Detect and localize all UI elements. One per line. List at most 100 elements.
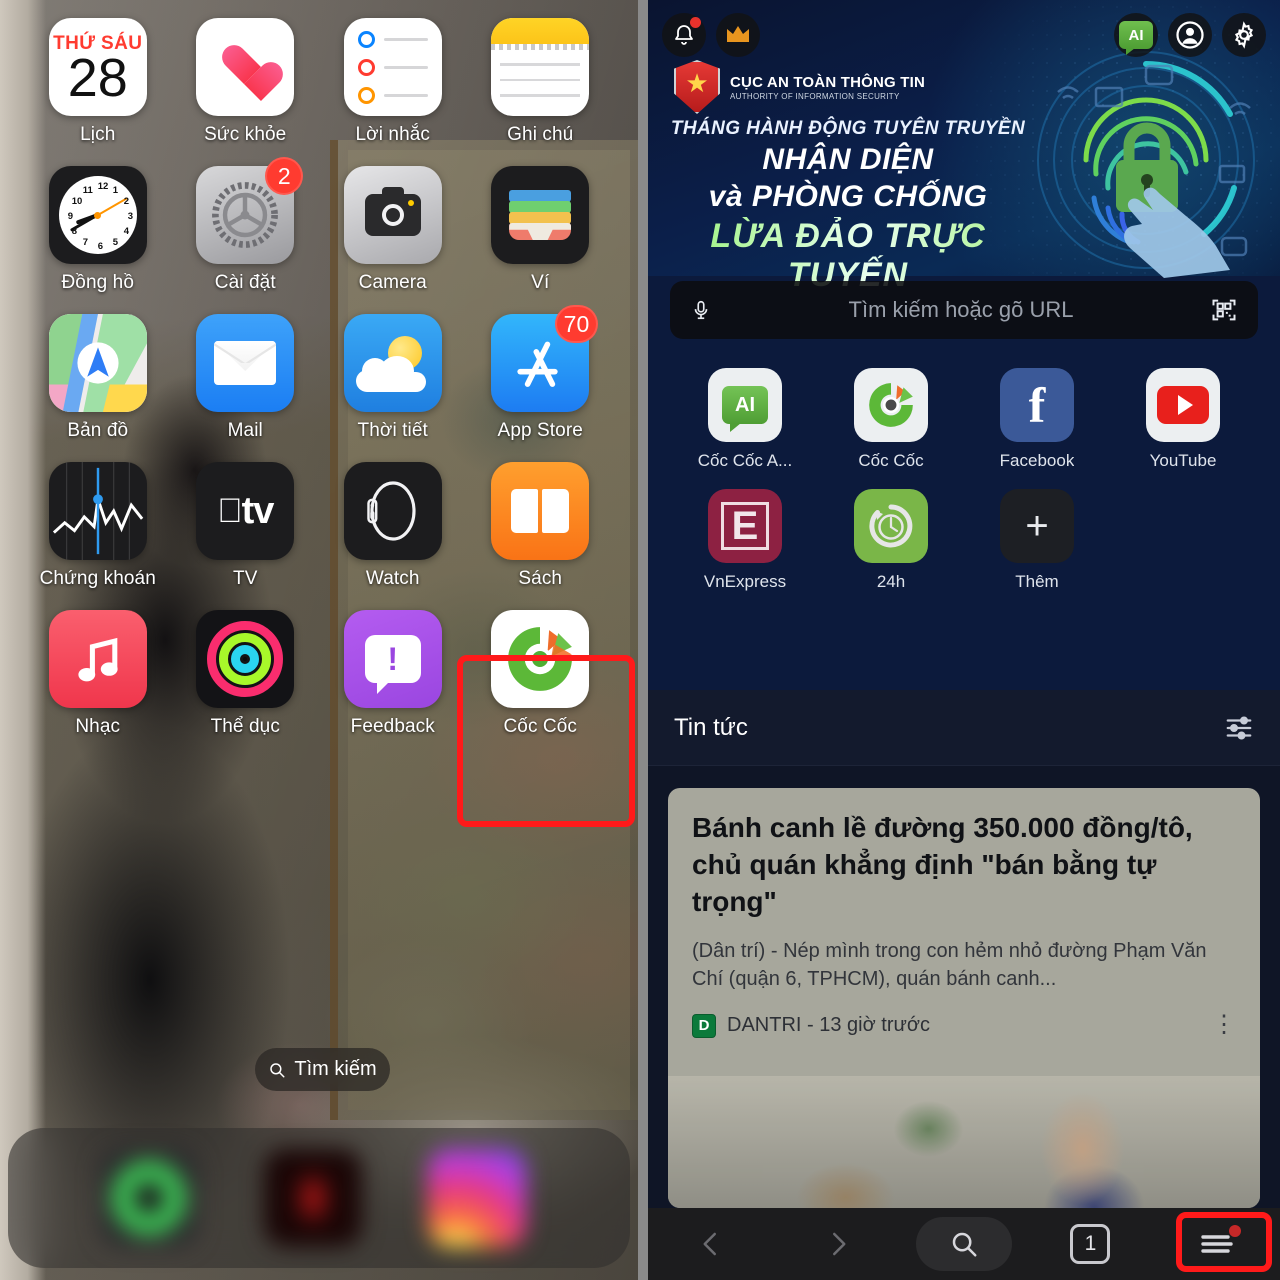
icon-wrap: ! [343, 610, 442, 708]
tabs-button[interactable]: 1 [1027, 1224, 1153, 1264]
awareness-banner: AI ★ CỤC AN TOÀN THÔNG TIN AUTHORITY OF … [648, 0, 1280, 294]
qr-scanner-icon[interactable] [1210, 296, 1238, 324]
app-label: Bản đồ [67, 420, 129, 441]
stocks-icon [48, 462, 147, 560]
settings-gear-icon[interactable] [1222, 13, 1266, 57]
shortcut-facebook[interactable]: f Facebook [964, 368, 1110, 471]
shield-logo-icon: ★ [674, 60, 720, 114]
banner-line-2: NHẬN DIỆN [762, 143, 934, 176]
shortcut-youtube[interactable]: YouTube [1110, 368, 1256, 471]
back-button[interactable] [648, 1229, 774, 1259]
app-coccoc[interactable]: Cốc Cốc [467, 610, 615, 738]
app-suc-khoe[interactable]: Sức khỏe [172, 18, 320, 146]
shortcut-coccoc-ai[interactable]: AI Cốc Cốc A... [672, 368, 818, 471]
app-label: Chứng khoán [39, 568, 156, 589]
feedback-bubble-icon: ! [343, 610, 442, 708]
icon-wrap [196, 18, 295, 116]
watch-glyph [367, 481, 416, 541]
ios-home-screen: THỨ SÁU 28 Lịch Sức khỏe Lời nhắc Ghi ch… [0, 0, 638, 1280]
screenshot-stage: THỨ SÁU 28 Lịch Sức khỏe Lời nhắc Ghi ch… [0, 0, 1280, 1280]
reminders-icon [343, 18, 442, 116]
plus-glyph: + [1025, 503, 1049, 548]
music-note-icon [48, 610, 147, 708]
search-button[interactable] [901, 1217, 1027, 1271]
app-label: Nhạc [75, 716, 121, 737]
music-glyph [78, 637, 118, 682]
kebab-menu-icon[interactable]: ⋮ [1212, 1013, 1236, 1038]
app-watch[interactable]: Watch [319, 462, 467, 590]
app-the-duc[interactable]: Thể dục [172, 610, 320, 738]
app-ghi-chu[interactable]: Ghi chú [467, 18, 615, 146]
mail-envelope-icon [196, 314, 295, 412]
app-camera[interactable]: Camera [319, 166, 467, 294]
app-thoi-tiet[interactable]: Thời tiết [319, 314, 467, 442]
dock-app-instagram[interactable] [428, 1149, 526, 1247]
app-dong-ho[interactable]: 12 1 2 3 4 5 6 7 8 9 10 11 Đồng hồ [24, 166, 172, 294]
notification-bell-icon[interactable] [662, 13, 706, 57]
appstore-glyph [517, 341, 558, 387]
app-cai-dat[interactable]: 2 Cài đặt [172, 157, 320, 294]
source-badge-icon: D [692, 1013, 716, 1038]
books-icon [491, 462, 590, 560]
ai-glyph: AI [735, 393, 755, 416]
watch-icon [343, 462, 442, 560]
article-meta: D DANTRI - 13 giờ trước ⋮ [692, 1013, 1236, 1038]
app-mail[interactable]: Mail [172, 314, 320, 442]
clock-numeral: 8 [71, 226, 78, 237]
app-lich[interactable]: THỨ SÁU 28 Lịch [24, 18, 172, 146]
sliders-filter-icon[interactable] [1224, 715, 1254, 741]
shortcut-coccoc[interactable]: Cốc Cốc [818, 368, 964, 471]
home-search-pill[interactable]: Tìm kiếm [255, 1048, 390, 1091]
dock [8, 1128, 630, 1268]
news-article-card[interactable]: Bánh canh lề đường 350.000 đồng/tô, chủ … [668, 788, 1260, 1208]
home-screen-layer: THỨ SÁU 28 Lịch Sức khỏe Lời nhắc Ghi ch… [0, 0, 638, 1280]
exclamation-glyph: ! [364, 635, 421, 694]
camera-icon [343, 166, 442, 264]
panel-divider [638, 0, 648, 1280]
url-search-bar[interactable]: Tìm kiếm hoặc gõ URL [670, 281, 1258, 339]
clock-numeral: 5 [112, 236, 119, 248]
app-loi-nhac[interactable]: Lời nhắc [319, 18, 467, 146]
icon-wrap [491, 166, 590, 264]
app-chung-khoan[interactable]: Chứng khoán [24, 462, 172, 590]
forward-button[interactable] [774, 1229, 900, 1259]
speed-dial-shortcuts: AI Cốc Cốc A... Cốc Cốc f Facebook YouTu… [648, 368, 1280, 592]
app-label: Ví [531, 272, 550, 293]
app-vi[interactable]: Ví [467, 166, 615, 294]
menu-notification-dot [1228, 1225, 1241, 1237]
agency-brand: ★ CỤC AN TOÀN THÔNG TIN AUTHORITY OF INF… [674, 60, 925, 114]
app-label: Watch [365, 568, 420, 589]
shortcut-them[interactable]: + Thêm [964, 489, 1110, 592]
icon-wrap: 2 [196, 157, 304, 264]
app-label: Camera [358, 272, 427, 293]
news-section-header: Tin tức [648, 690, 1280, 766]
shortcut-vnexpress[interactable]: E VnExpress [672, 489, 818, 592]
icon-wrap: tv [196, 462, 295, 560]
app-feedback[interactable]: ! Feedback [319, 610, 467, 738]
microphone-icon[interactable] [690, 296, 712, 324]
clock-numeral: 7 [82, 236, 89, 248]
premium-crown-icon[interactable] [716, 13, 760, 57]
calendar-icon: THỨ SÁU 28 [48, 18, 147, 116]
menu-button[interactable] [1154, 1225, 1280, 1262]
account-avatar-icon[interactable] [1168, 13, 1212, 57]
app-label: Cốc Cốc [503, 716, 578, 737]
app-ban-do[interactable]: Bản đồ [24, 314, 172, 442]
icon-wrap [343, 314, 442, 412]
shortcut-24h[interactable]: 24h [818, 489, 964, 592]
app-grid: THỨ SÁU 28 Lịch Sức khỏe Lời nhắc Ghi ch… [0, 18, 638, 738]
dock-app-red[interactable] [264, 1149, 362, 1247]
icon-wrap [48, 462, 147, 560]
app-app-store[interactable]: 70 App Store [467, 305, 615, 442]
app-tv[interactable]: tv TV [172, 462, 320, 590]
app-label: App Store [497, 420, 583, 441]
status-badge: 70 [554, 305, 599, 343]
apple-logo-icon:  [217, 492, 242, 531]
dock-app-green[interactable] [100, 1149, 198, 1247]
ai-chip-label: AI [1119, 21, 1153, 55]
app-nhac[interactable]: Nhạc [24, 610, 172, 738]
ai-assistant-icon[interactable]: AI [1114, 13, 1158, 57]
article-title: Bánh canh lề đường 350.000 đồng/tô, chủ … [692, 812, 1193, 917]
facebook-icon: f [1000, 368, 1074, 442]
app-sach[interactable]: Sách [467, 462, 615, 590]
